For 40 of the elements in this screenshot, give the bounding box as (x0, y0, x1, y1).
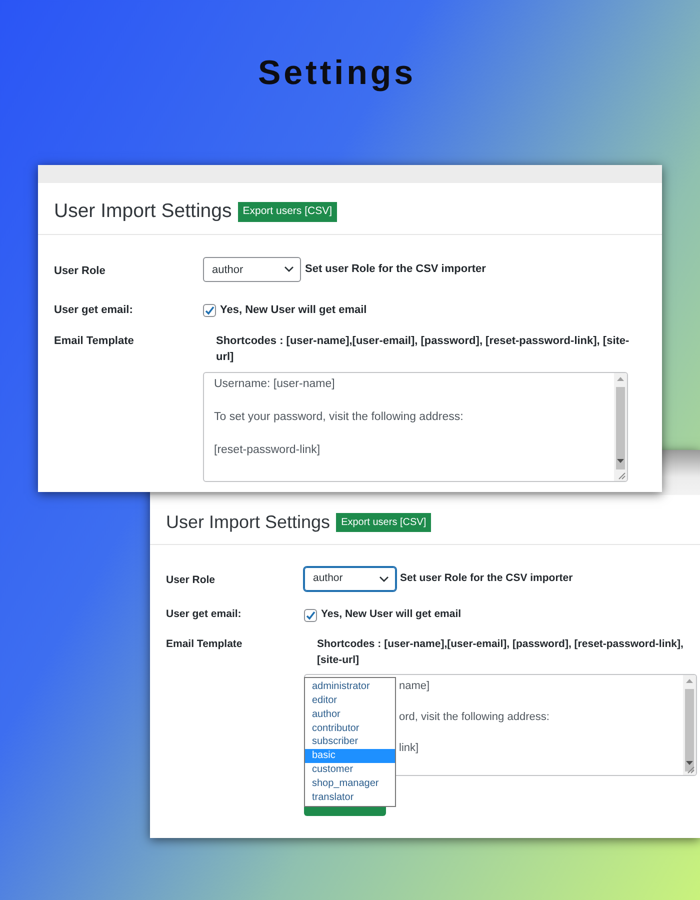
page-title: Settings (258, 53, 416, 94)
dropdown-option[interactable]: subscriber (305, 735, 395, 750)
role-select[interactable]: author (203, 257, 301, 282)
checkbox-label: Yes, New User will get email (220, 303, 367, 318)
field-label: User get email: (166, 607, 242, 622)
template-text: [reset-password-link] (213, 442, 322, 456)
checkbox[interactable] (203, 304, 216, 318)
field-label: User Role (54, 264, 106, 280)
shortcodes-text: Shortcodes : [user-name],[user-email], [password], [reset-password-link], [site-url] (216, 334, 630, 366)
dropdown-option[interactable]: shop_manager (305, 776, 395, 791)
field-label: User Role (166, 573, 216, 588)
field-label: User get email: (54, 303, 134, 318)
dropdown-option[interactable]: customer (305, 763, 395, 777)
chevron-icon (284, 266, 294, 274)
checkbox-label: Yes, New User will get email (321, 607, 462, 622)
scrollbar[interactable] (614, 372, 627, 481)
template-text: Username: [user-name] (213, 376, 336, 390)
field-hint: Set user Role for the CSV importer (400, 571, 573, 586)
dropdown-option[interactable]: contributor (305, 722, 395, 736)
checkbox[interactable] (304, 609, 317, 622)
template-text: ord, visit the following address: (399, 710, 550, 724)
dropdown-option[interactable]: editor (305, 694, 395, 708)
shortcodes-text: Shortcodes : [user-name],[user-email], [password], [reset-password-link], [site-url] (317, 636, 684, 668)
template-text: To set your password, visit the following address: (213, 410, 464, 423)
field-label: Email Template (54, 334, 135, 349)
dropdown-option[interactable]: author (305, 708, 395, 722)
chevron-icon (379, 576, 389, 582)
page-heading: User Import Settings (54, 199, 232, 224)
resize-grip-icon[interactable] (617, 470, 626, 480)
export-button[interactable]: Export users [CSV] (238, 202, 338, 222)
dropdown-option[interactable]: translator (305, 790, 395, 804)
field-hint: Set user Role for the CSV importer (305, 262, 486, 278)
role-select[interactable]: author (304, 567, 396, 591)
dropdown-option[interactable]: administrator (305, 680, 395, 694)
export-button[interactable]: Export users [CSV] (336, 513, 432, 532)
field-label: Email Template (166, 636, 244, 652)
template-text: link] (399, 741, 420, 754)
template-text: name] (399, 679, 431, 692)
resize-grip-icon[interactable] (686, 765, 695, 774)
page-heading: User Import Settings (166, 511, 330, 534)
